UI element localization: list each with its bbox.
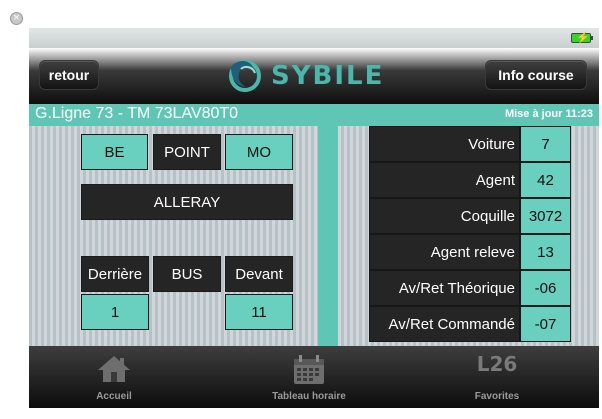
mo-button[interactable]: MO — [225, 134, 293, 170]
bus-label: BUS — [153, 256, 221, 292]
sybile-logo: SYBILE — [223, 57, 393, 93]
agent-releve-label: Agent releve — [369, 234, 520, 270]
ligne-header: G.Ligne 73 - TM 73LAV80T0 Mise à jour 11… — [29, 104, 599, 126]
av-ret-commande-value: -07 — [520, 306, 571, 342]
tab-accueil-label: Accueil — [96, 391, 132, 402]
tab-tableau-horaire-label: Tableau horaire — [272, 391, 346, 402]
tab-favorites[interactable]: L26 Favorites — [457, 346, 537, 408]
av-ret-commande-label: Av/Ret Commandé — [369, 306, 520, 342]
info-course-button[interactable]: Info course — [485, 60, 587, 90]
close-icon[interactable]: × — [10, 12, 23, 25]
l26-icon: L26 — [476, 352, 518, 376]
battery-icon: ⚡ — [571, 32, 593, 44]
av-ret-theorique-label: Av/Ret Théorique — [369, 270, 520, 306]
window-frame: × ⚡ retour SYBILE Info course G.Ligne 73… — [0, 0, 602, 419]
voiture-value: 7 — [520, 126, 571, 162]
update-time: Mise à jour 11:23 — [504, 108, 593, 120]
derriere-label: Derrière — [81, 256, 149, 292]
devant-label: Devant — [225, 256, 293, 292]
stop-name: ALLERAY — [81, 184, 293, 220]
logo-text: SYBILE — [271, 61, 385, 91]
sybile-logo-icon — [229, 60, 261, 92]
derriere-value: 1 — [81, 294, 149, 330]
back-button[interactable]: retour — [39, 60, 99, 90]
tab-favorites-label: Favorites — [474, 391, 520, 402]
column-divider — [318, 126, 338, 346]
tab-bar: Accueil Tableau horaire L26 Favorites — [29, 346, 599, 408]
tab-accueil[interactable]: Accueil — [69, 346, 159, 408]
av-ret-theorique-value: -06 — [520, 270, 571, 306]
agent-label: Agent — [369, 162, 520, 198]
tab-tableau-horaire[interactable]: Tableau horaire — [249, 346, 369, 408]
devant-value: 11 — [225, 294, 293, 330]
coquille-value: 3072 — [520, 198, 571, 234]
main-content: BE POINT MO ALLERAY Derrière BUS Devant … — [29, 126, 599, 346]
coquille-label: Coquille — [369, 198, 520, 234]
app-screen: ⚡ retour SYBILE Info course G.Ligne 73 -… — [29, 28, 599, 408]
nav-bar: retour SYBILE Info course — [29, 48, 599, 104]
agent-releve-value: 13 — [520, 234, 571, 270]
agent-value: 42 — [520, 162, 571, 198]
point-button[interactable]: POINT — [153, 134, 221, 170]
status-bar: ⚡ — [29, 28, 599, 48]
home-icon — [98, 356, 130, 382]
be-button[interactable]: BE — [81, 134, 148, 170]
calendar-icon — [294, 355, 324, 384]
ligne-title: G.Ligne 73 - TM 73LAV80T0 — [35, 105, 239, 122]
voiture-label: Voiture — [369, 126, 520, 162]
